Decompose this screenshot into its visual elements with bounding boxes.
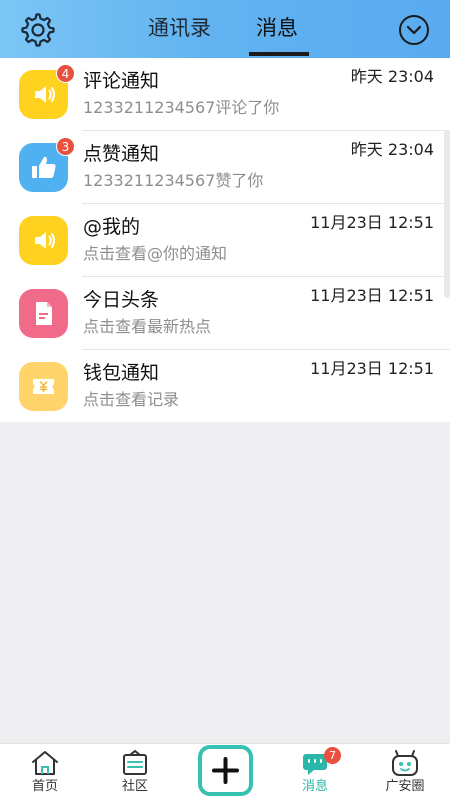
unread-badge: 3: [56, 137, 75, 156]
nav-label: 社区: [121, 779, 148, 794]
speaker-icon: [19, 216, 68, 265]
notification-title: @我的: [83, 216, 141, 238]
notification-time: 昨天 23:04: [350, 67, 434, 86]
notification-subtitle: 点击查看记录: [83, 390, 180, 409]
nav-unread-badge: 7: [324, 747, 341, 764]
robot-icon: [390, 750, 420, 776]
community-icon: [120, 750, 150, 776]
nav-item-home[interactable]: 首页: [0, 744, 90, 800]
notification-title: 评论通知: [83, 70, 160, 92]
tab-contacts[interactable]: 通讯录: [148, 14, 211, 42]
document-icon: [19, 289, 68, 338]
notification-title: 今日头条: [83, 289, 160, 311]
active-tab-indicator: [249, 52, 309, 56]
nav-item-community[interactable]: 社区: [90, 744, 180, 800]
plus-icon: [212, 757, 239, 784]
nav-item-messages[interactable]: 7 消息: [270, 744, 360, 800]
notification-title: 点赞通知: [83, 143, 160, 165]
nav-label: 广安圈: [385, 779, 425, 794]
notification-subtitle: 1233211234567赞了你: [83, 171, 264, 190]
add-button[interactable]: [198, 745, 253, 796]
top-bar: 通讯录 消息: [0, 0, 450, 58]
notification-row-mentions[interactable]: @我的 点击查看@你的通知 11月23日 12:51: [0, 204, 450, 277]
wallet-icon: [19, 362, 68, 411]
home-icon: [30, 750, 60, 776]
scroll-indicator: [444, 130, 450, 298]
unread-badge: 4: [56, 64, 75, 83]
notification-title: 钱包通知: [83, 362, 160, 384]
notification-time: 昨天 23:04: [350, 140, 434, 159]
notification-time: 11月23日 12:51: [310, 359, 434, 378]
notification-row-headlines[interactable]: 今日头条 点击查看最新热点 11月23日 12:51: [0, 277, 450, 350]
tab-messages[interactable]: 消息: [256, 14, 298, 42]
notification-subtitle: 1233211234567评论了你: [83, 98, 280, 117]
header-tabs: 通讯录 消息: [0, 0, 450, 58]
notification-subtitle: 点击查看最新热点: [83, 317, 212, 336]
nav-label: 消息: [301, 779, 328, 794]
notification-row-comments[interactable]: 4 评论通知 1233211234567评论了你 昨天 23:04: [0, 58, 450, 131]
notification-time: 11月23日 12:51: [310, 213, 434, 232]
nav-label: 首页: [31, 779, 58, 794]
notification-time: 11月23日 12:51: [310, 286, 434, 305]
chevron-down-circle-icon[interactable]: [398, 14, 430, 46]
notification-subtitle: 点击查看@你的通知: [83, 244, 228, 263]
notification-list: 4 评论通知 1233211234567评论了你 昨天 23:04 3 点赞通知…: [0, 58, 450, 422]
nav-item-guangan-circle[interactable]: 广安圈: [360, 744, 450, 800]
notification-row-likes[interactable]: 3 点赞通知 1233211234567赞了你 昨天 23:04: [0, 131, 450, 204]
notification-row-wallet[interactable]: 钱包通知 点击查看记录 11月23日 12:51: [0, 350, 450, 423]
